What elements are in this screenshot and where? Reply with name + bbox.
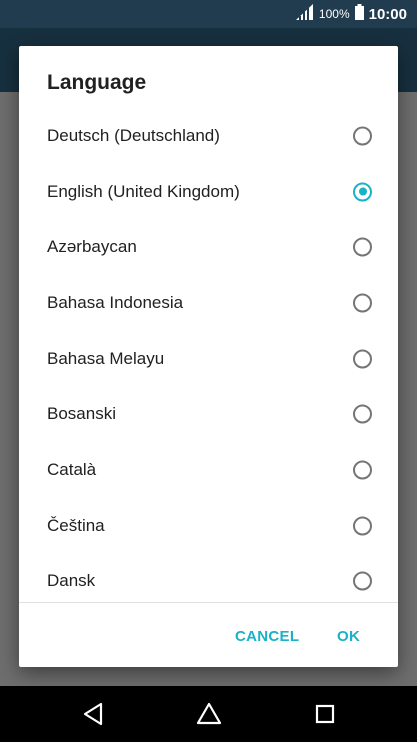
radio-unselected-icon[interactable] <box>353 404 372 424</box>
language-option[interactable]: Bosanski <box>19 386 398 442</box>
language-dialog: Language Deutsch (Deutschland) English (U… <box>19 46 398 667</box>
radio-unselected-icon[interactable] <box>353 237 372 257</box>
language-option-label: Deutsch (Deutschland) <box>47 125 220 145</box>
language-option-label: Čeština <box>47 515 105 535</box>
radio-unselected-icon[interactable] <box>353 571 372 591</box>
recents-icon[interactable] <box>314 702 336 731</box>
dialog-divider <box>19 602 398 603</box>
radio-unselected-icon[interactable] <box>353 460 372 480</box>
radio-unselected-icon[interactable] <box>353 516 372 536</box>
cancel-button[interactable]: CANCEL <box>235 628 299 645</box>
dialog-title: Language <box>47 71 147 94</box>
language-option-label: Català <box>47 459 97 479</box>
language-option[interactable]: Bahasa Indonesia <box>19 275 398 331</box>
language-option[interactable]: Azərbaycan <box>19 219 398 275</box>
language-option[interactable]: Deutsch (Deutschland) <box>19 108 398 164</box>
home-icon[interactable] <box>196 702 222 731</box>
language-option-label: Azərbaycan <box>47 237 137 257</box>
status-time: 10:00 <box>368 5 407 23</box>
battery-icon <box>354 3 364 25</box>
status-right: 100% 10:00 <box>295 0 407 28</box>
language-list[interactable]: Deutsch (Deutschland) English (United Kin… <box>19 108 398 602</box>
radio-unselected-icon[interactable] <box>353 293 372 313</box>
language-option-label: Dansk <box>47 571 96 591</box>
ok-button[interactable]: OK <box>337 628 360 645</box>
language-option-label: English (United Kingdom) <box>47 181 240 201</box>
language-option[interactable]: English (United Kingdom) <box>19 164 398 220</box>
navigation-bar <box>0 686 417 742</box>
language-option-label: Bahasa Melayu <box>47 348 165 368</box>
language-option-label: Bosanski <box>47 404 116 424</box>
status-bar: 100% 10:00 <box>0 0 417 28</box>
signal-icon <box>295 3 314 25</box>
radio-unselected-icon[interactable] <box>353 349 372 369</box>
battery-percent: 100% <box>318 7 350 21</box>
language-option[interactable]: Dansk <box>19 554 398 603</box>
radio-unselected-icon[interactable] <box>353 126 372 146</box>
back-icon[interactable] <box>82 702 104 731</box>
language-option[interactable]: Català <box>19 442 398 498</box>
language-option-label: Bahasa Indonesia <box>47 292 184 312</box>
radio-selected-icon[interactable] <box>353 182 372 202</box>
language-option[interactable]: Bahasa Melayu <box>19 331 398 387</box>
language-option[interactable]: Čeština <box>19 498 398 554</box>
